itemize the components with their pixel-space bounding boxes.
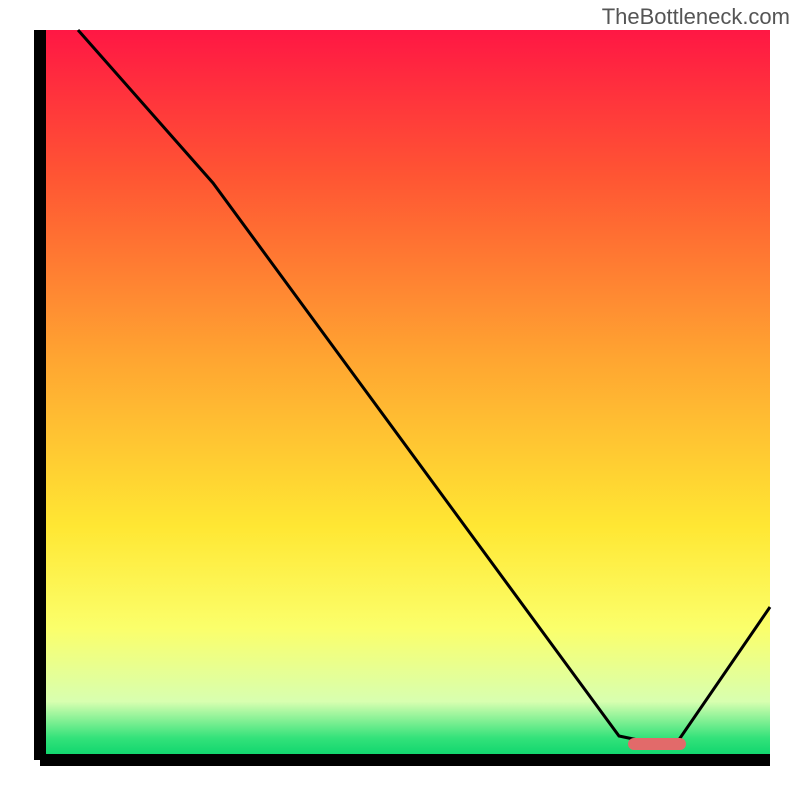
watermark-label: TheBottleneck.com [602, 4, 790, 30]
chart-container: TheBottleneck.com [0, 0, 800, 800]
optimal-range-marker [628, 738, 686, 750]
plot-area [40, 30, 770, 760]
bottleneck-plot [0, 0, 800, 800]
gradient-background [40, 30, 770, 760]
